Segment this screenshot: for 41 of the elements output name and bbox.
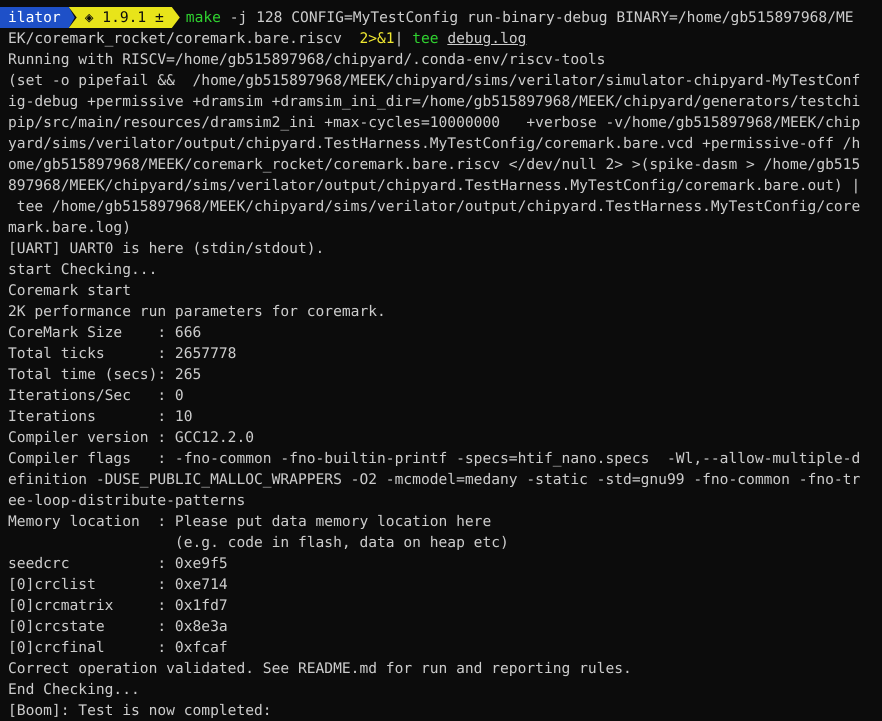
output-line: Total ticks : 2657778 bbox=[8, 345, 236, 362]
output-line: [0]crcmatrix : 0x1fd7 bbox=[8, 597, 228, 614]
command-text: tee bbox=[412, 30, 439, 47]
output-line: Iterations/Sec : 0 bbox=[8, 387, 184, 404]
output-line: [0]crclist : 0xe714 bbox=[8, 576, 228, 593]
command-text: EK/coremark_rocket/coremark.bare.riscv bbox=[8, 30, 343, 47]
output-line: ig-debug +permissive +dramsim +dramsim_ini_dir=/home/gb515897968/MEEK/chipyard/generators/testchi bbox=[8, 93, 860, 110]
output-line: yard/sims/verilator/output/chipyard.TestHarness.MyTestConfig/coremark.bare.vcd +permissive-off /h bbox=[8, 135, 860, 152]
output-line: End Checking... bbox=[8, 681, 140, 698]
output-line: Memory location : Please put data memory location here bbox=[8, 513, 492, 530]
prompt-segment: ilator bbox=[0, 7, 75, 28]
output-line: pip/src/main/resources/dramsim2_ini +max-cycles=10000000 +verbose -v/home/gb515897968/MEEK/chip bbox=[8, 114, 860, 131]
output-line: Compiler version : GCC12.2.0 bbox=[8, 429, 254, 446]
output-line: Correct operation validated. See README.md for run and reporting rules. bbox=[8, 660, 632, 677]
output-line: Coremark start bbox=[8, 282, 132, 299]
output-line: ome/gb515897968/MEEK/coremark_rocket/coremark.bare.riscv </dev/null 2> >(spike-dasm > /home/gb515 bbox=[8, 156, 860, 173]
output-line: [Boom]: Test is now completed: bbox=[8, 702, 272, 719]
output-line: efinition -DUSE_PUBLIC_MALLOC_WRAPPERS -O2 -mcmodel=medany -static -std=gnu99 -fno-common -fno-tr bbox=[8, 471, 860, 488]
output-line: (e.g. code in flash, data on heap etc) bbox=[174, 534, 509, 551]
command-text: | bbox=[394, 30, 404, 47]
command-text: -j 128 CONFIG=MyTestConfig run-binary-debug BINARY=/home/gb515897968/ME bbox=[228, 9, 854, 26]
output-line: [0]crcstate : 0x8e3a bbox=[8, 618, 228, 635]
output-line: start Checking... bbox=[8, 261, 158, 278]
output-line: Running with RISCV=/home/gb515897968/chipyard/.conda-env/riscv-tools bbox=[8, 51, 606, 68]
output-line: 2K performance run parameters for coremark. bbox=[8, 303, 386, 320]
output-line: Total time (secs): 265 bbox=[8, 366, 202, 383]
output-line: mark.bare.log) bbox=[8, 219, 132, 236]
output-line: [0]crcfinal : 0xfcaf bbox=[8, 639, 228, 656]
output-line: (set -o pipefail && /home/gb515897968/MEEK/chipyard/sims/verilator/simulator-chipyard-MyTestConf bbox=[8, 72, 860, 89]
command-text: debug.log bbox=[447, 30, 526, 47]
output-line: seedcrc : 0xe9f5 bbox=[8, 555, 228, 572]
output-line: tee /home/gb515897968/MEEK/chipyard/sims/verilator/output/chipyard.TestHarness.MyTestConfig/core bbox=[16, 198, 860, 215]
output-line: [UART] UART0 is here (stdin/stdout). bbox=[8, 240, 324, 257]
output-line: ee-loop-distribute-patterns bbox=[8, 492, 246, 509]
command-text: 2>&1 bbox=[359, 30, 395, 47]
output-line: Compiler flags : -fno-common -fno-builtin-printf -specs=htif_nano.specs -Wl,--allow-multiple-d bbox=[8, 450, 860, 467]
output-line: Iterations : 10 bbox=[8, 408, 193, 425]
output-line: CoreMark Size : 666 bbox=[8, 324, 202, 341]
prompt-segment: ◈ 1.9.1 ± bbox=[68, 7, 180, 28]
output-line: 897968/MEEK/chipyard/sims/verilator/output/chipyard.TestHarness.MyTestConfig/coremark.bare.out) | bbox=[8, 177, 860, 194]
command-text: make bbox=[186, 9, 221, 26]
